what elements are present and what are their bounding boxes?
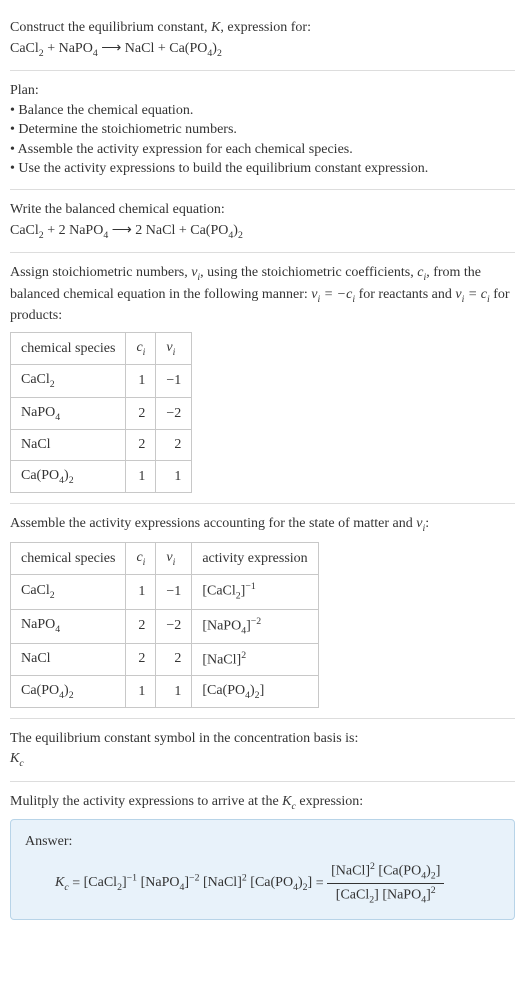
stoichiometry-section: Assign stoichiometric numbers, νi, using… xyxy=(10,252,515,503)
c-cell: 1 xyxy=(126,365,156,398)
header-nu: νi xyxy=(156,542,192,575)
table-header-row: chemical species ci νi activity expressi… xyxy=(11,542,319,575)
c-cell: 2 xyxy=(126,397,156,430)
nu-cell: −1 xyxy=(156,365,192,398)
nu-symbol-2: νi xyxy=(416,516,425,531)
symbol-section: The equilibrium constant symbol in the c… xyxy=(10,718,515,780)
species-cell: Ca(PO4)2 xyxy=(11,675,126,708)
answer-equation: Kc = [CaCl2]−1 [NaPO4]−2 [NaCl]2 [Ca(PO4… xyxy=(25,860,500,907)
table-row: CaCl2 1 −1 [CaCl2]−1 xyxy=(11,575,319,609)
nu-cell: 1 xyxy=(156,675,192,708)
species-cell: NaCl xyxy=(11,430,126,461)
table-row: NaCl 2 2 xyxy=(11,430,192,461)
c-cell: 2 xyxy=(126,430,156,461)
balanced-equation: CaCl2 + 2 NaPO4 ⟶ 2 NaCl + Ca(PO4)2 xyxy=(10,220,515,243)
multiply-section: Mulitply the activity expressions to arr… xyxy=(10,781,515,930)
header-c: ci xyxy=(126,542,156,575)
nu-cell: −1 xyxy=(156,575,192,609)
stoich-mid1: , using the stoichiometric coefficients, xyxy=(200,265,417,280)
nu-cell: −2 xyxy=(156,397,192,430)
plan-section: Plan: • Balance the chemical equation. •… xyxy=(10,70,515,189)
activity-section: Assemble the activity expressions accoun… xyxy=(10,503,515,718)
header-c: ci xyxy=(126,332,156,365)
species-cell: CaCl2 xyxy=(11,575,126,609)
table-row: NaCl 2 2 [NaCl]2 xyxy=(11,643,319,675)
c-cell: 2 xyxy=(126,609,156,643)
activity-cell: [Ca(PO4)2] xyxy=(192,675,318,708)
answer-label: Answer: xyxy=(25,832,500,852)
species-cell: NaPO4 xyxy=(11,609,126,643)
header-activity: activity expression xyxy=(192,542,318,575)
activity-title: Assemble the activity expressions accoun… xyxy=(10,514,515,536)
table-row: Ca(PO4)2 1 1 [Ca(PO4)2] xyxy=(11,675,319,708)
plan-item-1: • Balance the chemical equation. xyxy=(10,101,515,121)
c-cell: 1 xyxy=(126,675,156,708)
term-1: [CaCl2]−1 xyxy=(84,875,137,890)
balanced-title: Write the balanced chemical equation: xyxy=(10,200,515,220)
stoich-text: Assign stoichiometric numbers, νi, using… xyxy=(10,263,515,326)
answer-box: Answer: Kc = [CaCl2]−1 [NaPO4]−2 [NaCl]2… xyxy=(10,819,515,920)
term-2: [NaPO4]−2 xyxy=(141,875,200,890)
prompt-line1: Construct the equilibrium constant, K, e… xyxy=(10,18,515,38)
nu-cell: 2 xyxy=(156,430,192,461)
prompt-mid: , expression for: xyxy=(220,20,311,35)
header-species: chemical species xyxy=(11,542,126,575)
species-cell: NaPO4 xyxy=(11,397,126,430)
balanced-section: Write the balanced chemical equation: Ca… xyxy=(10,189,515,252)
table-header-row: chemical species ci νi xyxy=(11,332,192,365)
header-nu: νi xyxy=(156,332,192,365)
fraction: [NaCl]2 [Ca(PO4)2] [CaCl2] [NaPO4]2 xyxy=(327,860,444,907)
stoich-table: chemical species ci νi CaCl2 1 −1 NaPO4 … xyxy=(10,332,192,494)
plan-title: Plan: xyxy=(10,81,515,101)
nu-cell: 1 xyxy=(156,460,192,493)
multiply-pre: Mulitply the activity expressions to arr… xyxy=(10,794,282,809)
multiply-title: Mulitply the activity expressions to arr… xyxy=(10,792,515,814)
c-symbol: ci xyxy=(417,265,426,280)
activity-pre: Assemble the activity expressions accoun… xyxy=(10,516,416,531)
species-cell: NaCl xyxy=(11,643,126,675)
species-cell: CaCl2 xyxy=(11,365,126,398)
symbol-title: The equilibrium constant symbol in the c… xyxy=(10,729,515,749)
c-cell: 1 xyxy=(126,460,156,493)
activity-cell: [NaCl]2 xyxy=(192,643,318,675)
term-3: [NaCl]2 xyxy=(203,875,247,890)
table-row: NaPO4 2 −2 xyxy=(11,397,192,430)
species-cell: Ca(PO4)2 xyxy=(11,460,126,493)
k-symbol: K xyxy=(211,20,220,35)
eq-react: νi = −ci xyxy=(311,287,355,302)
nu-cell: −2 xyxy=(156,609,192,643)
equals-2: = xyxy=(316,875,327,890)
prompt-equation: CaCl2 + NaPO4 ⟶ NaCl + Ca(PO4)2 xyxy=(10,38,515,61)
table-row: CaCl2 1 −1 xyxy=(11,365,192,398)
activity-post: : xyxy=(425,516,429,531)
stoich-pre: Assign stoichiometric numbers, xyxy=(10,265,191,280)
kc-symbol: Kc xyxy=(10,749,515,771)
activity-cell: [CaCl2]−1 xyxy=(192,575,318,609)
nu-symbol: νi xyxy=(191,265,200,280)
activity-table: chemical species ci νi activity expressi… xyxy=(10,542,319,709)
prompt-pre: Construct the equilibrium constant, xyxy=(10,20,211,35)
c-cell: 2 xyxy=(126,643,156,675)
nu-cell: 2 xyxy=(156,643,192,675)
table-row: Ca(PO4)2 1 1 xyxy=(11,460,192,493)
multiply-post: expression: xyxy=(296,794,363,809)
header-species: chemical species xyxy=(11,332,126,365)
prompt-section: Construct the equilibrium constant, K, e… xyxy=(10,8,515,70)
term-4: [Ca(PO4)2] xyxy=(250,875,312,890)
activity-cell: [NaPO4]−2 xyxy=(192,609,318,643)
stoich-mid3: for reactants and xyxy=(355,287,455,302)
fraction-numerator: [NaCl]2 [Ca(PO4)2] xyxy=(327,860,444,884)
plan-item-3: • Assemble the activity expression for e… xyxy=(10,140,515,160)
plan-item-2: • Determine the stoichiometric numbers. xyxy=(10,120,515,140)
equals-1: = xyxy=(72,875,83,890)
kc-symbol-2: Kc xyxy=(282,794,296,809)
c-cell: 1 xyxy=(126,575,156,609)
eq-prod: νi = ci xyxy=(455,287,489,302)
table-row: NaPO4 2 −2 [NaPO4]−2 xyxy=(11,609,319,643)
kc-lhs: Kc xyxy=(55,875,69,890)
plan-item-4: • Use the activity expressions to build … xyxy=(10,159,515,179)
fraction-denominator: [CaCl2] [NaPO4]2 xyxy=(327,884,444,907)
